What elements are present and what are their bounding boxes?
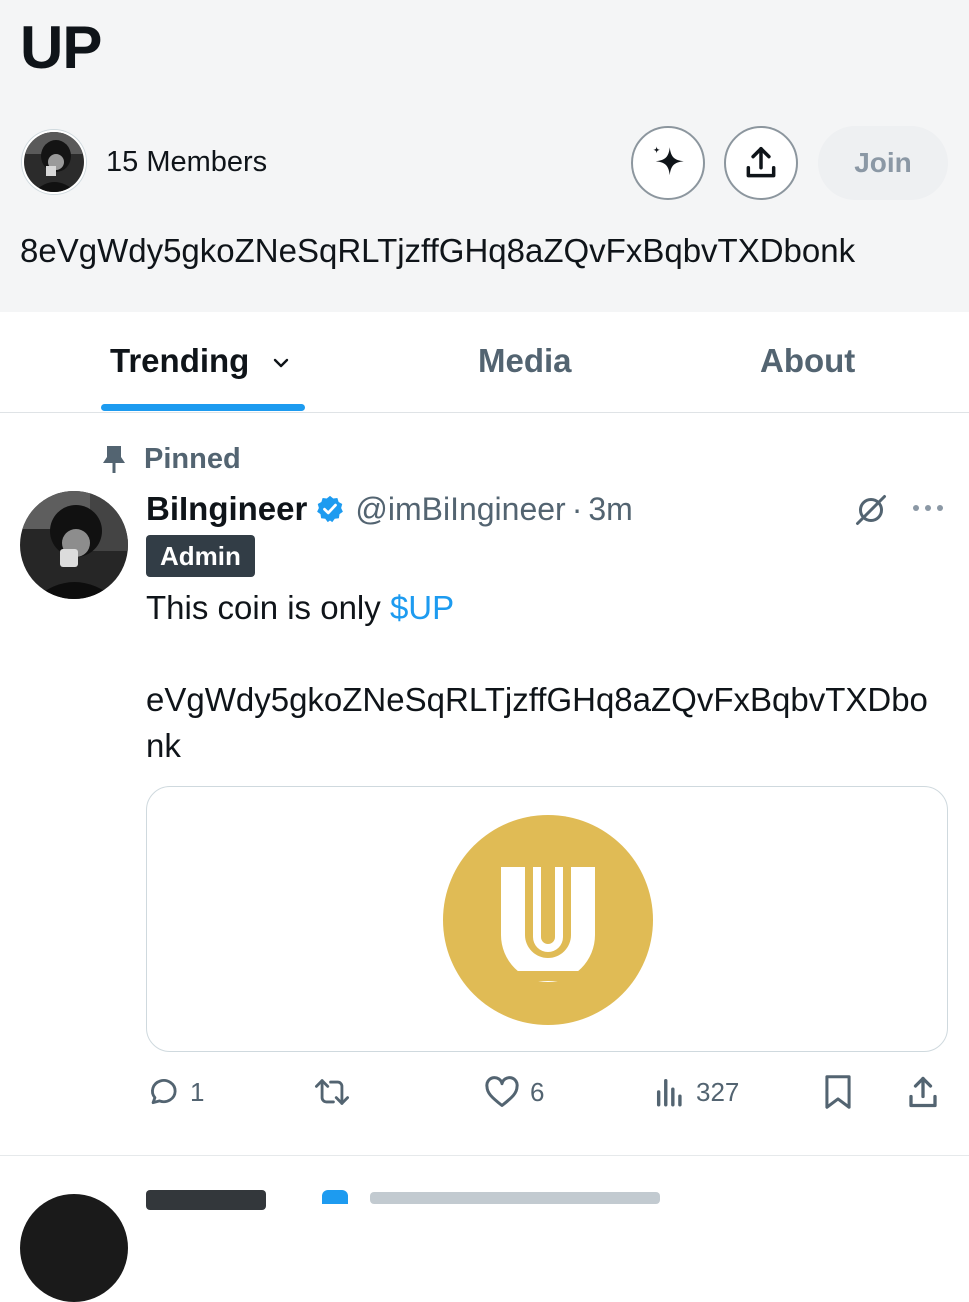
share-tweet-button[interactable] bbox=[905, 1068, 941, 1116]
author-avatar[interactable] bbox=[20, 491, 128, 599]
share-icon bbox=[909, 1076, 937, 1108]
more-icon[interactable] bbox=[910, 498, 946, 523]
share-icon bbox=[746, 147, 776, 178]
tab-trending-label: Trending bbox=[110, 342, 250, 379]
pinned-indicator: Pinned bbox=[100, 441, 241, 477]
reply-count: 1 bbox=[190, 1076, 205, 1107]
tweet-text-prefix: This coin is only bbox=[146, 589, 390, 626]
pinned-label: Pinned bbox=[144, 442, 241, 475]
reply-icon bbox=[151, 1079, 177, 1105]
contract-address-text: eVgWdy5gkoZNeSqRLTjzffGHq8aZQvFxBqbvTXDb… bbox=[146, 681, 928, 764]
views-icon bbox=[656, 1078, 682, 1107]
like-count: 6 bbox=[530, 1076, 545, 1107]
community-tabs: Trending Media About bbox=[0, 312, 969, 413]
views-button[interactable]: 327 bbox=[654, 1068, 739, 1116]
next-tweet-verified-badge-icon bbox=[322, 1190, 348, 1204]
like-icon bbox=[485, 1076, 519, 1107]
tweet-actions: 1 6 327 bbox=[0, 1068, 969, 1116]
next-tweet-handle bbox=[370, 1192, 660, 1204]
grok-summary-button[interactable] bbox=[631, 126, 705, 200]
author-handle[interactable]: @imBiIngineer bbox=[355, 491, 565, 528]
coin-logo bbox=[443, 815, 653, 1030]
media-card[interactable] bbox=[146, 786, 948, 1052]
community-header: UP 15 Members Join 8eVgWdy5gkoZNeSqRLTjz… bbox=[0, 0, 969, 312]
active-tab-indicator bbox=[101, 404, 305, 411]
join-button[interactable]: Join bbox=[818, 126, 948, 200]
tab-media[interactable]: Media bbox=[478, 342, 572, 380]
community-title: UP bbox=[20, 14, 102, 81]
tweet-text: This coin is only $UP eVgWdy5gkoZNeSqRLT… bbox=[146, 585, 946, 769]
admin-badge: Admin bbox=[146, 535, 255, 577]
author-name[interactable]: BiIngineer bbox=[146, 490, 307, 528]
tab-trending[interactable]: Trending bbox=[110, 342, 291, 380]
bookmark-icon bbox=[825, 1075, 851, 1109]
verified-badge-icon bbox=[315, 494, 345, 524]
like-button[interactable]: 6 bbox=[484, 1068, 544, 1116]
tab-about[interactable]: About bbox=[760, 342, 855, 380]
sparkle-icon bbox=[653, 146, 684, 176]
tweet-timestamp[interactable]: 3m bbox=[588, 491, 632, 528]
retweet-button[interactable] bbox=[312, 1068, 352, 1116]
community-description: 8eVgWdy5gkoZNeSqRLTjzffGHq8aZQvFxBqbvTXD… bbox=[20, 232, 856, 269]
tweet-divider bbox=[0, 1155, 969, 1156]
cashtag-link[interactable]: $UP bbox=[390, 589, 454, 626]
grok-icon[interactable] bbox=[853, 492, 889, 533]
tweet-header: BiIngineer @imBiIngineer · 3m bbox=[146, 488, 633, 530]
share-community-button[interactable] bbox=[724, 126, 798, 200]
retweet-icon bbox=[315, 1079, 350, 1105]
view-count: 327 bbox=[696, 1076, 740, 1107]
pin-icon bbox=[103, 446, 125, 473]
tweet-text-line: This coin is only $UP bbox=[146, 585, 946, 631]
chevron-down-icon bbox=[273, 359, 288, 368]
member-avatar[interactable] bbox=[22, 130, 86, 194]
next-tweet-avatar[interactable] bbox=[20, 1194, 128, 1302]
separator-dot: · bbox=[571, 490, 583, 527]
member-count[interactable]: 15 Members bbox=[106, 146, 267, 179]
reply-button[interactable]: 1 bbox=[146, 1068, 204, 1116]
next-tweet-author-name bbox=[146, 1190, 266, 1210]
bookmark-button[interactable] bbox=[822, 1068, 854, 1116]
